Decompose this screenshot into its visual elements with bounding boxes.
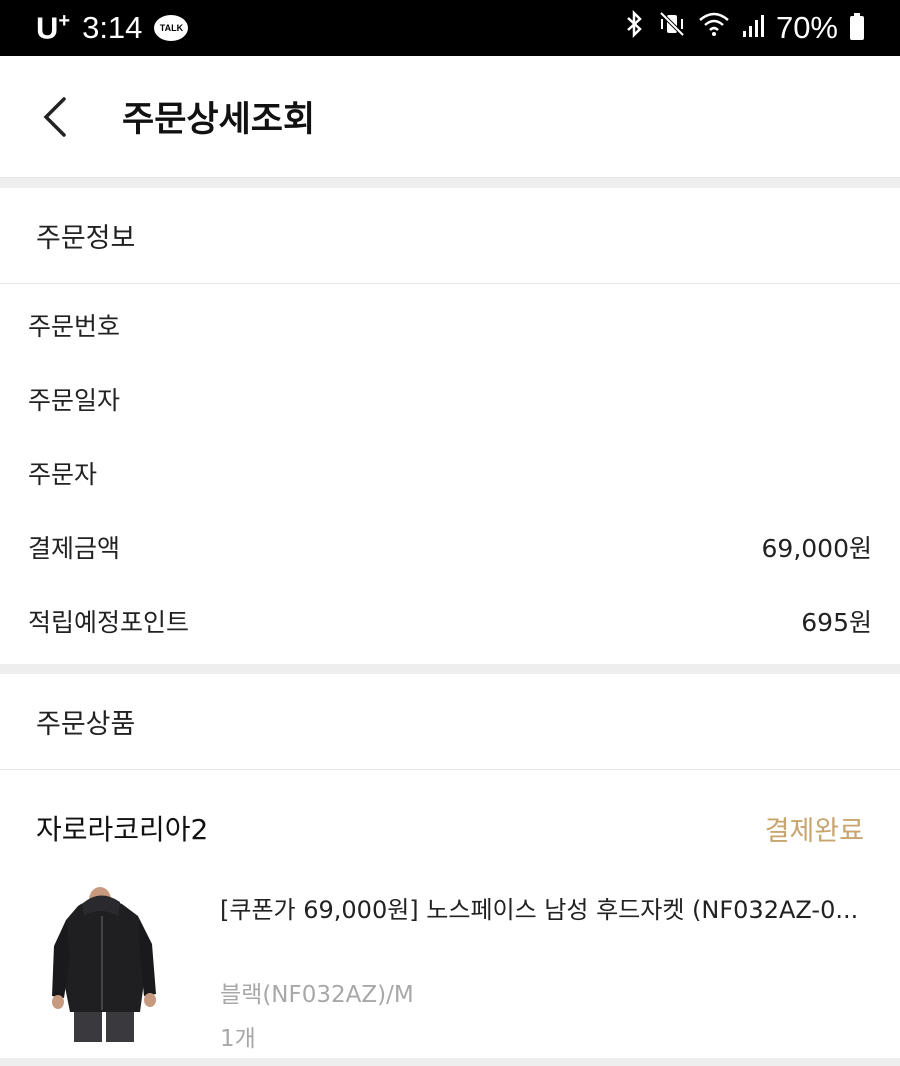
section-divider [0, 664, 900, 674]
orderer-row: 주문자 [0, 436, 900, 510]
order-info-header: 주문정보 [0, 188, 900, 284]
order-info-list: 주문번호 주문일자 주문자 결제금액 69,000원 적립예정포인트 695원 [0, 284, 900, 664]
jacket-image [52, 887, 156, 1042]
signal-icon [742, 10, 764, 46]
order-date-label: 주문일자 [28, 386, 121, 415]
expected-points-label: 적립예정포인트 [28, 608, 190, 637]
product-item[interactable]: [쿠폰가 69,000원] 노스페이스 남성 후드자켓 (NF032AZ-0..… [0, 886, 900, 1058]
clock: 3:14 [82, 9, 143, 45]
expected-points-value: 695원 [801, 608, 872, 637]
product-thumbnail[interactable] [48, 886, 168, 1042]
wifi-icon [698, 10, 730, 46]
order-number-label: 주문번호 [28, 312, 121, 341]
back-button[interactable] [40, 87, 100, 147]
order-info-section: 주문정보 주문번호 주문일자 주문자 결제금액 69,000원 적립예정포인트 … [0, 188, 900, 664]
payment-amount-row: 결제금액 69,000원 [0, 510, 900, 584]
bluetooth-icon [624, 9, 646, 46]
product-option: 블랙(NF032AZ)/M [220, 982, 414, 1008]
order-date-row: 주문일자 [0, 362, 900, 436]
battery-percent: 70% [775, 10, 838, 45]
order-items-section: 주문상품 자로라코리아2 결제완료 [쿠폰가 69,000원] 노스페이스 남성… [0, 674, 900, 1058]
payment-amount-label: 결제금액 [28, 534, 121, 563]
status-bar-left: U+ 3:14 TALK [36, 9, 189, 46]
order-number-row: 주문번호 [0, 288, 900, 362]
status-bar-right: 70% [624, 9, 864, 46]
payment-amount-value: 69,000원 [761, 534, 872, 563]
page-title: 주문상세조회 [122, 100, 316, 140]
order-items-header: 주문상품 [0, 674, 900, 770]
seller-row: 자로라코리아2 결제완료 [0, 770, 900, 886]
chevron-left-icon [43, 96, 66, 137]
order-status-badge: 결제완료 [764, 815, 864, 847]
carrier-label: U+ [36, 9, 71, 46]
app-bar: 주문상세조회 [0, 56, 900, 178]
expected-points-row: 적립예정포인트 695원 [0, 584, 900, 658]
product-info: [쿠폰가 69,000원] 노스페이스 남성 후드자켓 (NF032AZ-0..… [220, 886, 864, 1058]
vibrate-mute-icon [658, 10, 686, 46]
orderer-label: 주문자 [28, 460, 98, 489]
status-bar: U+ 3:14 TALK 70% [0, 0, 900, 56]
section-divider [0, 1058, 900, 1066]
battery-icon [850, 13, 864, 40]
product-name[interactable]: [쿠폰가 69,000원] 노스페이스 남성 후드자켓 (NF032AZ-0..… [220, 890, 864, 925]
seller-name: 자로라코리아2 [36, 813, 209, 846]
product-quantity: 1개 [220, 1026, 256, 1052]
kakaotalk-notification-icon: TALK [154, 14, 189, 41]
section-divider [0, 178, 900, 188]
